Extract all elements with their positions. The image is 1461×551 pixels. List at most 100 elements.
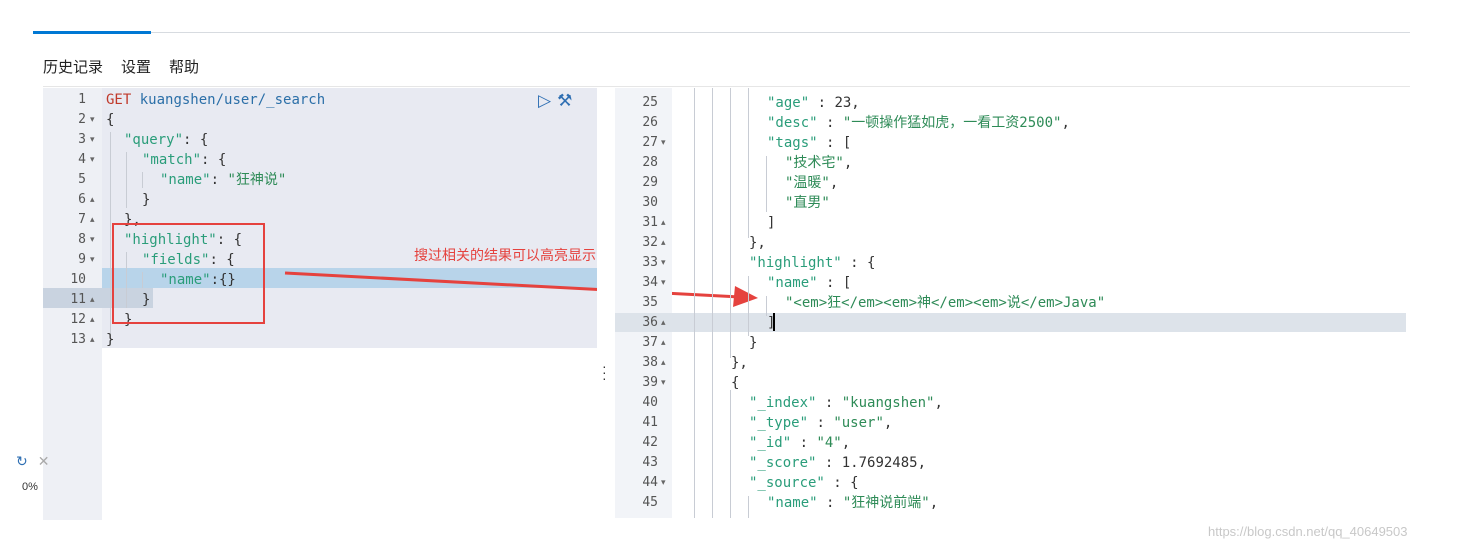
watermark: https://blog.csdn.net/qq_40649503 [1208,524,1408,539]
fold-toggle-icon[interactable]: ▾ [90,110,95,130]
play-icon[interactable]: ▷ [538,91,551,110]
line-number: 44 [642,475,658,490]
fold-toggle-icon[interactable]: ▴ [90,330,95,350]
json-key: "highlight" [749,255,842,271]
indent-guide [766,156,767,212]
line-number: 27 [642,135,658,150]
code-line: ] [767,215,776,231]
line-number: 33 [642,255,658,270]
line-number: 35 [642,295,658,310]
request-actions: ▷ ⚒ [538,91,578,111]
side-controls: ↻ ✕ [16,453,49,470]
fold-toggle-icon[interactable]: ▴ [661,233,666,253]
fold-toggle-icon[interactable]: ▴ [661,213,666,233]
fold-toggle-icon[interactable]: ▴ [90,210,95,230]
fold-toggle-icon[interactable]: ▾ [661,373,666,393]
json-key: "_type" [749,415,809,431]
line-number: 37 [642,335,658,350]
indent-guide [110,132,111,338]
code-line: } [142,192,151,208]
fold-toggle-icon[interactable]: ▴ [90,190,95,210]
fold-toggle-icon[interactable]: ▾ [90,230,95,250]
menu-settings[interactable]: 设置 [121,56,151,80]
line-number: 13 [70,332,86,347]
code-punct: , [843,155,853,171]
close-icon[interactable]: ✕ [38,453,50,469]
line-number: 29 [642,175,658,190]
text-caret [773,313,775,331]
json-key: "_score" [749,455,817,471]
line-number: 1 [78,92,86,107]
line-number: 10 [70,272,86,287]
annotation-arrow [284,271,758,307]
line-number: 8 [78,232,86,247]
panel-splitter[interactable] [597,88,615,520]
line-number: 34 [642,275,658,290]
code-punct: , [883,415,893,431]
menu-help[interactable]: 帮助 [169,56,199,80]
json-key: "_id" [749,435,792,451]
refresh-icon[interactable]: ↻ [16,453,28,469]
fold-toggle-icon[interactable]: ▴ [661,353,666,373]
code-punct: : [ [817,135,852,151]
line-number: 28 [642,155,658,170]
fold-toggle-icon[interactable]: ▾ [661,133,666,153]
code-punct: : 1.7692485, [816,455,927,471]
line-number: 6 [78,192,86,207]
fold-toggle-icon[interactable]: ▾ [90,250,95,270]
fold-toggle-icon[interactable]: ▾ [661,473,666,493]
code-punct: : { [201,152,227,168]
drag-handle-icon[interactable]: · · · [602,359,607,385]
json-string: "直男" [785,195,830,211]
code-punct: : [ [817,275,852,291]
line-number: 43 [642,455,658,470]
current-line-highlight [615,313,1406,332]
line-number: 41 [642,415,658,430]
json-key: "desc" [767,115,818,131]
line-number: 30 [642,195,658,210]
zoom-percent: 0% [22,481,38,493]
indent-guide [730,88,731,358]
fold-toggle-icon[interactable]: ▾ [90,150,95,170]
active-tab-indicator[interactable] [33,31,151,34]
fold-toggle-icon[interactable]: ▾ [661,273,666,293]
line-number: 36 [642,315,658,330]
tab-divider [33,32,1410,33]
wrench-icon[interactable]: ⚒ [557,91,572,110]
code-punct: , [841,435,851,451]
line-number: 45 [642,495,658,510]
highlighted-result: "<em>狂</em><em>神</em><em>说</em>Java" [785,295,1106,311]
line-number: 32 [642,235,658,250]
line-number: 39 [642,375,658,390]
code-line: }, [731,355,748,371]
code-line: } [106,332,115,348]
json-string: "一顿操作猛如虎，一看工资2500" [842,115,1062,131]
json-key: "name" [767,275,818,291]
fold-toggle-icon[interactable]: ▴ [661,333,666,353]
line-number: 2 [78,112,86,127]
line-number: 26 [642,115,658,130]
json-string: "温暖" [785,175,830,191]
menubar-divider [43,86,1410,87]
json-string: "技术宅" [785,155,844,171]
code-punct: : [791,435,817,451]
fold-toggle-icon[interactable]: ▴ [661,313,666,333]
fold-toggle-icon[interactable]: ▾ [90,130,95,150]
json-string: "狂神说前端" [842,495,930,511]
json-string: "user" [833,415,884,431]
code-punct: : { [824,475,859,491]
line-number: 4 [78,152,86,167]
indent-guide [126,152,127,208]
line-number: 9 [78,252,86,267]
fold-toggle-icon[interactable]: ▴ [90,310,95,330]
fold-toggle-icon[interactable]: ▴ [90,290,95,310]
code-punct: , [934,395,943,411]
code-punct: : [816,395,842,411]
fold-toggle-icon[interactable]: ▾ [661,253,666,273]
indent-guide [142,172,143,188]
line-number: 3 [78,132,86,147]
json-key: "tags" [767,135,818,151]
indent-guide [694,88,695,518]
menu-history[interactable]: 历史记录 [43,56,103,80]
code-line: }, [749,235,766,251]
